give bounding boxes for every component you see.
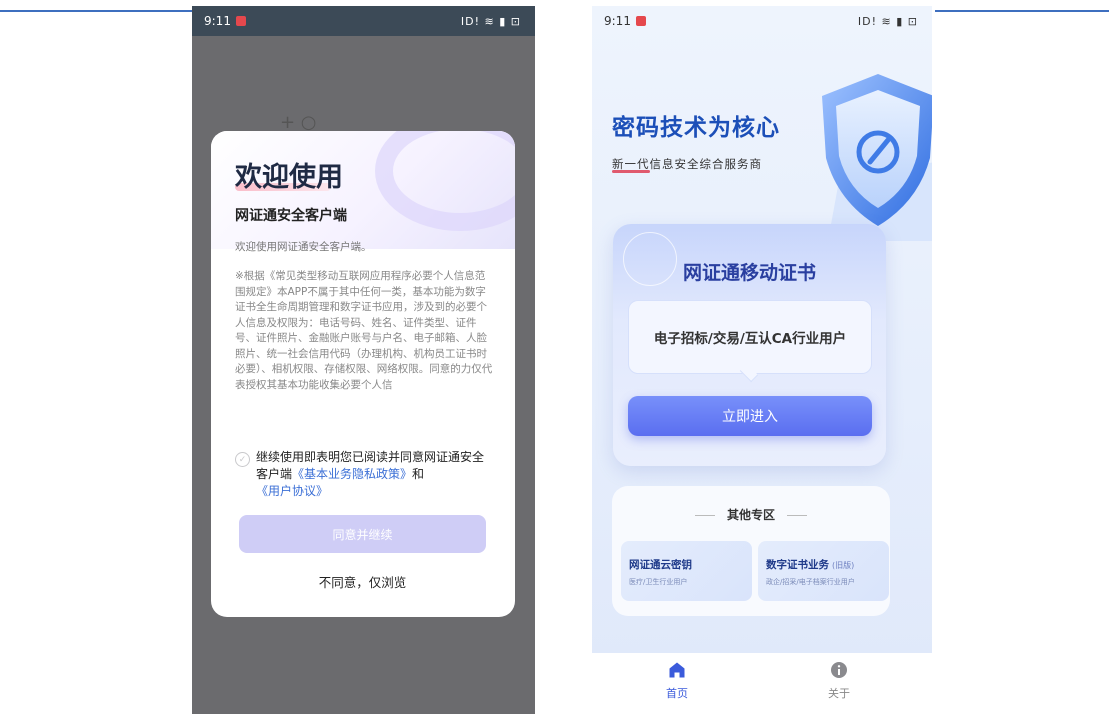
tile-title: 网证通云密钥 bbox=[629, 559, 692, 571]
tab-about[interactable]: 关于 bbox=[809, 661, 869, 701]
other-zone-title: 其他专区 bbox=[612, 506, 890, 523]
cert-card-title: 网证通移动证书 bbox=[682, 262, 816, 284]
consent-row: ✓ 继续使用即表明您已阅读并同意网证通安全客户端《基本业务隐私政策》和 《用户协议… bbox=[235, 449, 495, 500]
consent-checkbox-icon[interactable]: ✓ bbox=[235, 452, 250, 467]
status-time: 9:11 bbox=[604, 14, 631, 28]
shield-icon bbox=[818, 66, 932, 241]
dialog-title: 欢迎使用 bbox=[235, 162, 343, 193]
tab-home[interactable]: 首页 bbox=[647, 661, 707, 701]
hero-tagline: 新一代信息安全综合服务商 bbox=[612, 157, 762, 171]
tile-version-note: (旧版) bbox=[832, 561, 855, 570]
divider-line-right bbox=[935, 10, 1109, 12]
screenshot-canvas: 9:11 ID! ≋ ▮ ⊡ + ○ 欢迎使用 网证通安全客户端 欢迎使用网证通… bbox=[0, 0, 1109, 714]
tab-home-label: 首页 bbox=[666, 687, 688, 700]
other-zone-panel: 其他专区 网证通云密钥 医疗/卫生行业用户 数字证书业务 (旧版) 政企/招采/电… bbox=[612, 486, 890, 616]
status-time: 9:11 bbox=[204, 14, 231, 28]
screen-record-icon bbox=[235, 16, 246, 26]
home-icon bbox=[668, 661, 686, 679]
status-icons: ID! ≋ ▮ ⊡ bbox=[460, 14, 521, 28]
tile-title: 数字证书业务 bbox=[766, 559, 829, 571]
bottom-tab-bar: 首页 关于 bbox=[592, 653, 932, 714]
tile-desc: 医疗/卫生行业用户 bbox=[629, 578, 688, 586]
enter-now-button[interactable]: 立即进入 bbox=[628, 396, 872, 436]
agree-continue-button[interactable]: 同意并继续 bbox=[239, 515, 486, 553]
cert-card-description: 电子招标/交易/互认CA行业用户 bbox=[628, 300, 872, 374]
status-icons: ID! ≋ ▮ ⊡ bbox=[857, 14, 918, 28]
hero-headline: 密码技术为核心 bbox=[612, 115, 780, 141]
dialog-body-text[interactable]: ※根据《常见类型移动互联网应用程序必要个人信息范围规定》本APP不属于其中任何一… bbox=[235, 269, 493, 427]
status-bar: 9:11 ID! ≋ ▮ ⊡ bbox=[592, 6, 932, 36]
scroll-fade bbox=[231, 413, 497, 429]
status-bar: 9:11 ID! ≋ ▮ ⊡ bbox=[192, 6, 535, 36]
dialog-subtitle: 网证通安全客户端 bbox=[235, 208, 347, 224]
tab-about-label: 关于 bbox=[828, 687, 850, 700]
consent-dialog: 欢迎使用 网证通安全客户端 欢迎使用网证通安全客户端。 ※根据《常见类型移动互联… bbox=[211, 131, 515, 617]
info-icon bbox=[830, 661, 848, 679]
dialog-intro: 欢迎使用网证通安全客户端。 bbox=[235, 241, 372, 253]
user-agreement-link[interactable]: 《用户协议》 bbox=[256, 484, 328, 498]
divider-line-left bbox=[0, 10, 194, 12]
tile-cloud-key[interactable]: 网证通云密钥 医疗/卫生行业用户 bbox=[621, 541, 752, 601]
phone-screen-consent: 9:11 ID! ≋ ▮ ⊡ + ○ 欢迎使用 网证通安全客户端 欢迎使用网证通… bbox=[192, 6, 535, 714]
tile-digital-cert-legacy[interactable]: 数字证书业务 (旧版) 政企/招采/电子档案行业用户 bbox=[758, 541, 889, 601]
decline-browse-button[interactable]: 不同意，仅浏览 bbox=[239, 567, 486, 595]
background-overlay-glyph: + ○ bbox=[280, 112, 317, 133]
tile-desc: 政企/招采/电子档案行业用户 bbox=[766, 578, 855, 586]
mobile-cert-card: 网证通移动证书 电子招标/交易/互认CA行业用户 立即进入 bbox=[613, 224, 886, 466]
privacy-policy-link[interactable]: 《基本业务隐私政策》 bbox=[292, 467, 412, 481]
consent-text: 继续使用即表明您已阅读并同意网证通安全客户端《基本业务隐私政策》和 《用户协议》 bbox=[256, 449, 495, 500]
consent-and: 和 bbox=[412, 467, 425, 481]
phone-screen-home: 9:11 ID! ≋ ▮ ⊡ 密码技术为核心 新一代信息安全综合服务商 网证通移… bbox=[592, 6, 932, 714]
screen-record-icon bbox=[635, 16, 646, 26]
